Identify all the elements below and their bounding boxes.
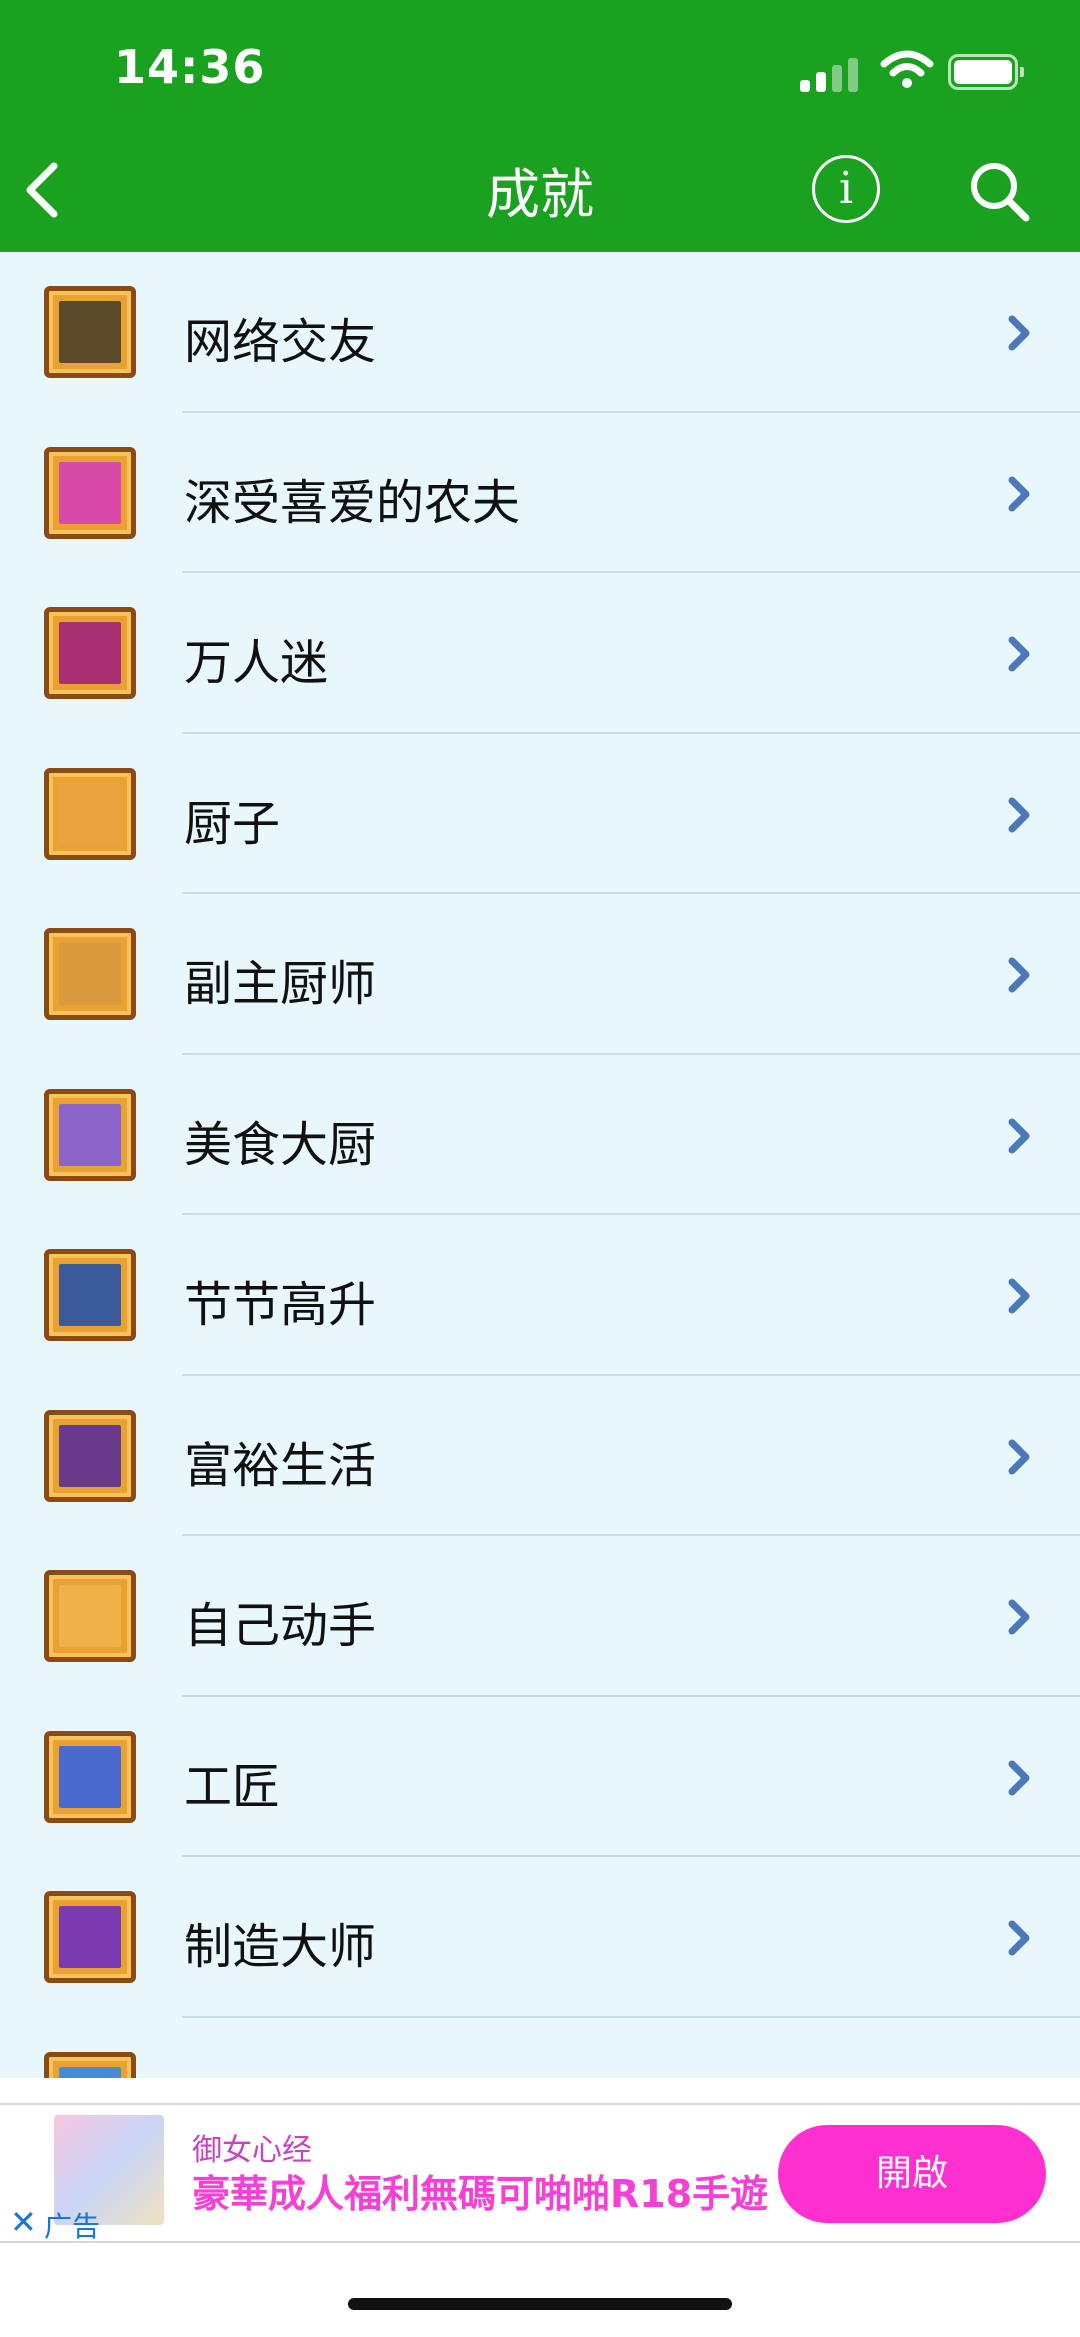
chevron-right-icon [1008,957,1030,993]
ad-banner[interactable]: ✕ 广告 御女心经 豪華成人福利無碼可啪啪R18手遊 開啟 [0,2103,1080,2243]
achievement-icon [44,2051,136,2078]
list-item[interactable]: 副主厨师 [0,894,1080,1055]
app-header: 14:36 成就 i [0,0,1080,252]
chevron-right-icon [1008,1599,1030,1635]
chevron-right-icon [1008,1118,1030,1153]
ad-title[interactable]: 豪華成人福利無碼可啪啪R18手遊 [192,2163,768,2218]
chevron-right-icon [1008,1760,1030,1795]
list-item-label: 制造大师 [184,1919,377,1975]
list-item-label: 自己动手 [184,1598,377,1654]
achievement-list[interactable]: 网络交友深受喜爱的农夫 万人迷厨子副主厨师美食大厨节节高升富裕生活自己动手工匠制造… [0,252,1080,2078]
list-item[interactable]: 深受喜爱的农夫 [0,413,1080,573]
status-time: 14:36 [114,40,266,94]
list-item[interactable]: 制造大师 [0,1857,1080,2018]
mansion-icon [44,1409,136,1502]
search-icon[interactable] [968,160,1032,224]
list-item[interactable]: 自己动手 [0,1536,1080,1697]
list-item-label: 副主厨师 [184,956,377,1012]
list-item-label: 网络交友 [184,314,377,370]
list-item[interactable]: 工匠 [0,1697,1080,1857]
house-icon [44,1249,136,1341]
chevron-right-icon [1008,636,1030,672]
chevron-right-icon [1008,476,1030,511]
list-item-label: 厨子 [184,795,281,852]
list-item-label: 美食大厨 [184,1116,377,1173]
social-icon [44,286,136,378]
info-button[interactable]: i [812,155,880,223]
chevron-right-icon [1008,315,1030,351]
chevron-right-icon [1008,1278,1030,1314]
list-item[interactable]: 美食大厨 [0,1055,1080,1215]
list-item[interactable]: 万人迷 [0,573,1080,734]
hearts-icon [44,446,136,539]
list-item[interactable]: 富裕生活 [0,1376,1080,1536]
chevron-right-icon [1008,1439,1030,1474]
chef-icon [44,1088,136,1181]
list-item[interactable]: 网络交友 [0,252,1080,413]
signal-icon [800,58,860,92]
close-icon[interactable]: ✕ [10,2203,37,2241]
list-item[interactable]: 节节高升 [0,1215,1080,1376]
ad-tag: 广告 [44,2210,101,2243]
list-item-label: 深受喜爱的农夫 [184,474,521,531]
page-title: 成就 [486,163,594,226]
list-item-label: 节节高升 [184,1277,377,1333]
wifi-icon [880,50,934,88]
utensils-icon [44,767,136,860]
home-indicator [348,2298,732,2310]
crossed-hammers-icon [44,1730,136,1823]
list-item[interactable]: 厨子 [0,734,1080,894]
golden-hammers-icon [44,1891,136,1983]
list-item-partial[interactable] [0,2018,1080,2078]
hammer-icon [44,1570,136,1662]
battery-icon [948,54,1024,90]
list-item-label: 工匠 [184,1758,281,1815]
ad-open-button[interactable]: 開啟 [778,2125,1046,2223]
chevron-right-icon [1008,797,1030,832]
list-item-label: 富裕生活 [184,1437,377,1494]
pot-icon [44,928,136,1020]
list-item-label: 万人迷 [184,635,329,691]
chevron-right-icon [1008,1920,1030,1956]
many-hearts-icon [44,607,136,699]
